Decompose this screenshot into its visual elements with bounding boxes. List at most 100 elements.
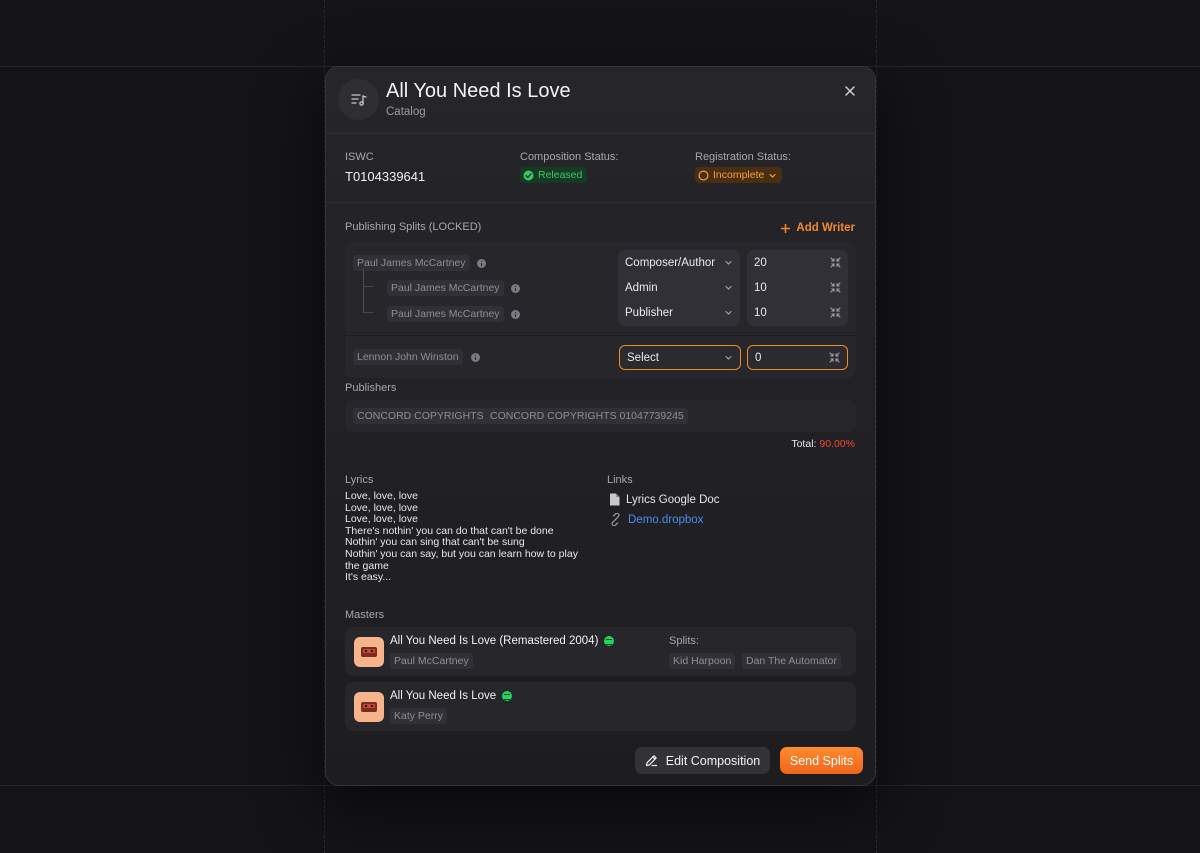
total-value: 90.00% (819, 438, 855, 450)
percent-input[interactable]: 20 (747, 250, 848, 275)
master-title: All You Need Is Love (390, 690, 513, 702)
party-chip: Paul James McCartney (387, 306, 504, 322)
edit-composition-button[interactable]: Edit Composition (635, 747, 770, 774)
divider (345, 335, 856, 336)
publisher-chip: CONCORD COPYRIGHTS 01047739245 (486, 408, 688, 424)
send-splits-button[interactable]: Send Splits (780, 747, 863, 774)
send-splits-label: Send Splits (789, 753, 854, 768)
link-text: Lyrics Google Doc (626, 493, 720, 506)
composition-status-label: Composition Status: (520, 151, 619, 163)
music-list-icon (338, 79, 379, 120)
add-writer-label: Add Writer (796, 222, 855, 234)
registration-status-dropdown[interactable]: Incomplete (695, 167, 783, 183)
split-chip: Dan The Automator (742, 653, 841, 669)
tree-connector (363, 268, 373, 287)
percent-value: 10 (754, 281, 767, 294)
splits-label: Publishing Splits (LOCKED) (345, 221, 482, 233)
page-subtitle: Catalog (386, 106, 426, 118)
chevron-down-icon (725, 260, 732, 265)
add-writer-button[interactable]: Add Writer (780, 222, 855, 234)
role-value: Select (627, 351, 659, 364)
iswc-label: ISWC (345, 151, 374, 163)
percent-value: 0 (755, 351, 762, 364)
registration-status-field: Registration Status: Incomplete (695, 151, 791, 186)
master-title-text: All You Need Is Love (Remastered 2004) (390, 635, 599, 647)
info-icon[interactable] (511, 284, 520, 293)
percent-input[interactable]: 10 (747, 300, 848, 325)
collapse-icon[interactable] (830, 307, 841, 318)
artist-chip: Paul McCartney (390, 653, 473, 669)
document-icon (610, 493, 620, 506)
spotify-icon[interactable] (502, 691, 513, 701)
released-label: Released (538, 169, 583, 181)
master-item[interactable]: All You Need Is Love (Remastered 2004) P… (345, 627, 856, 676)
master-title: All You Need Is Love (Remastered 2004) (390, 635, 615, 647)
cassette-icon (361, 702, 377, 712)
percent-input[interactable]: 10 (747, 275, 848, 300)
link-icon (611, 513, 620, 526)
album-thumbnail (354, 637, 384, 667)
composition-meta: ISWC T0104339641 Composition Status: Rel… (326, 134, 875, 203)
info-icon[interactable] (471, 353, 480, 362)
percent-input[interactable]: 0 (747, 345, 848, 370)
chevron-down-icon (725, 355, 732, 360)
link-text: Demo.dropbox (628, 513, 704, 526)
pencil-icon (645, 755, 657, 767)
circle-icon (698, 169, 709, 181)
composition-modal: All You Need Is Love Catalog ISWC T01043… (325, 66, 876, 786)
master-item[interactable]: All You Need Is Love Katy Perry (345, 682, 856, 731)
info-icon[interactable] (511, 310, 520, 319)
percent-value: 20 (754, 256, 767, 269)
iswc-value: T0104339641 (345, 169, 426, 184)
modal-header: All You Need Is Love Catalog (326, 67, 875, 134)
role-value: Publisher (625, 306, 673, 319)
percent-value: 10 (754, 306, 767, 319)
chevron-down-icon (725, 285, 732, 290)
percent-input-group: 20 10 10 (747, 250, 848, 326)
lyrics-text: Love, love, love Love, love, love Love, … (345, 490, 595, 584)
links-label: Links (607, 474, 633, 486)
party-chip: Paul James McCartney (387, 280, 504, 296)
info-icon[interactable] (477, 259, 486, 268)
role-select[interactable]: Publisher (618, 300, 740, 325)
plus-icon (781, 223, 791, 233)
writer-chip: Lennon John Winston (353, 349, 463, 365)
lyrics-line: It's easy... (345, 571, 392, 584)
master-title-text: All You Need Is Love (390, 690, 497, 702)
check-circle-icon (523, 170, 534, 180)
collapse-icon[interactable] (829, 352, 840, 363)
guide-line (876, 0, 877, 853)
lyrics-doc-link[interactable]: Lyrics Google Doc (609, 493, 720, 506)
role-value: Composer/Author (625, 256, 716, 269)
chevron-down-icon (725, 310, 732, 315)
role-select-group: Composer/Author Admin Publisher (618, 250, 740, 326)
lyrics-line: Nothin' you can say, but you can learn h… (345, 547, 578, 572)
role-select[interactable]: Admin (618, 275, 740, 300)
released-badge: Released (520, 167, 588, 183)
registration-status-label: Registration Status: (695, 151, 791, 163)
publishers-label: Publishers (345, 382, 397, 394)
lyrics-label: Lyrics (345, 474, 374, 486)
splits-label: Splits: (669, 635, 699, 647)
artist-chip: Katy Perry (390, 708, 448, 724)
demo-dropbox-link[interactable]: Demo.dropbox (609, 513, 703, 526)
total-label: Total: (791, 438, 817, 450)
masters-label: Masters (345, 609, 385, 621)
collapse-icon[interactable] (830, 257, 841, 268)
spotify-icon[interactable] (604, 636, 615, 646)
role-value: Admin (625, 281, 658, 294)
cassette-icon (361, 647, 377, 657)
collapse-icon[interactable] (830, 282, 841, 293)
iswc-field: ISWC T0104339641 (345, 151, 425, 184)
tree-connector (363, 287, 373, 313)
close-icon[interactable] (842, 83, 858, 99)
composition-status-field: Composition Status: Released (520, 151, 618, 186)
role-select[interactable]: Select (619, 345, 741, 370)
role-select[interactable]: Composer/Author (618, 250, 740, 275)
split-chip: Kid Harpoon (669, 653, 736, 669)
total-percentage: Total: 90.00% (791, 438, 855, 450)
edit-composition-label: Edit Composition (665, 753, 761, 768)
page-title: All You Need Is Love (386, 80, 571, 102)
album-thumbnail (354, 692, 384, 722)
chevron-down-icon (769, 173, 776, 178)
